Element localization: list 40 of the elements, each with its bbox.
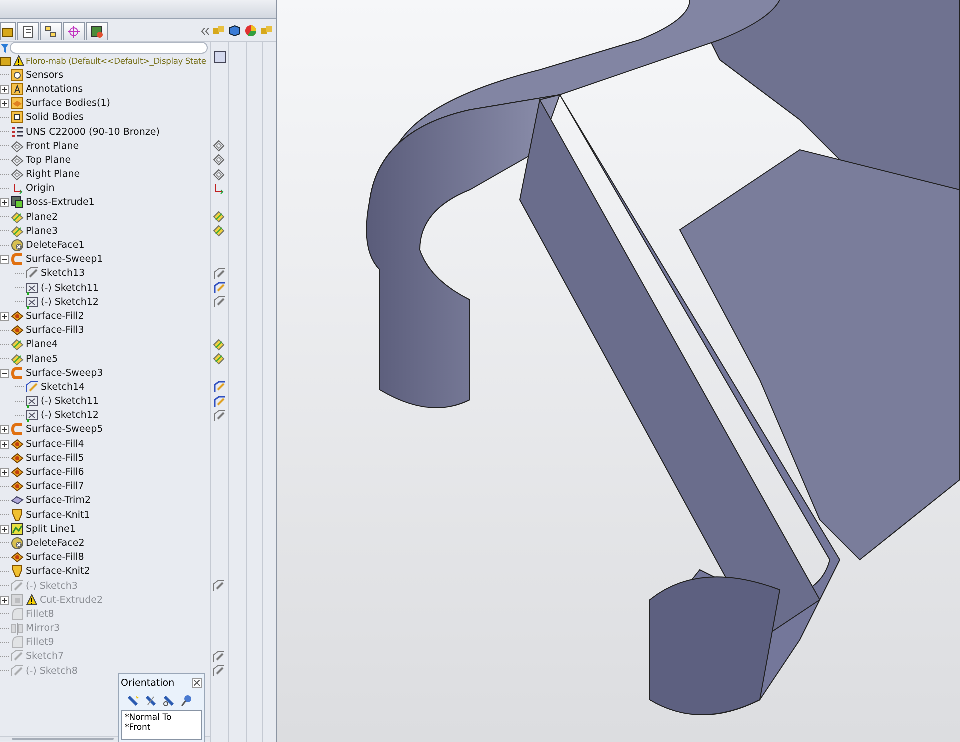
view-list-item[interactable]: *Front: [125, 723, 198, 733]
feature-item[interactable]: Sketch14: [41, 380, 86, 394]
feature-item[interactable]: Surface-Fill2: [26, 310, 84, 323]
feature-item[interactable]: Surface-Fill5: [26, 452, 84, 465]
dialog-title: Orientation: [121, 678, 175, 688]
feature-item[interactable]: Sketch13: [41, 267, 86, 280]
feature-item[interactable]: Origin: [26, 182, 55, 196]
feature-item[interactable]: Surface-Sweep5: [26, 423, 104, 436]
feature-item[interactable]: (-) Sketch11: [41, 282, 99, 295]
feature-item[interactable]: Split Line1: [26, 522, 76, 536]
feature-item[interactable]: Annotations: [26, 82, 84, 96]
feature-item[interactable]: Surface-Trim2: [26, 494, 91, 508]
feature-item[interactable]: (-) Sketch12: [41, 296, 99, 309]
feature-item[interactable]: UNS C22000 (90-10 Bronze): [26, 126, 160, 139]
feature-item[interactable]: Surface Bodies(1): [26, 97, 110, 110]
feature-item[interactable]: Plane5: [26, 352, 58, 366]
feature-item[interactable]: Surface-Sweep3: [26, 366, 104, 380]
feature-item[interactable]: Boss-Extrude1: [26, 196, 95, 210]
feature-item[interactable]: Surface-Fill6: [26, 466, 84, 480]
feature-item[interactable]: (-) Sketch11: [41, 395, 99, 408]
feature-item[interactable]: Surface-Sweep1: [26, 253, 104, 266]
feature-item[interactable]: Surface-Fill4: [26, 438, 84, 451]
feature-item[interactable]: Surface-Fill3: [26, 324, 84, 338]
feature-item[interactable]: Surface-Knit2: [26, 565, 90, 578]
feature-item[interactable]: Solid Bodies: [26, 111, 84, 124]
feature-item[interactable]: Top Plane: [26, 154, 72, 167]
feature-item[interactable]: Right Plane: [26, 168, 80, 182]
feature-item[interactable]: Plane3: [26, 224, 58, 238]
feature-item[interactable]: DeleteFace1: [26, 239, 85, 252]
part-name[interactable]: Floro-mab (Default<<Default>_Display State: [26, 54, 206, 68]
feature-item[interactable]: Plane4: [26, 338, 58, 352]
feature-item[interactable]: Plane2: [26, 210, 58, 224]
feature-item[interactable]: DeleteFace2: [26, 536, 85, 550]
feature-item[interactable]: Front Plane: [26, 140, 80, 153]
feature-item[interactable]: (-) Sketch12: [41, 409, 99, 422]
feature-item[interactable]: Sensors: [26, 68, 64, 82]
view-list-item[interactable]: *Normal To: [125, 713, 198, 723]
feature-item[interactable]: Surface-Knit1: [26, 508, 90, 522]
feature-item[interactable]: Surface-Fill7: [26, 480, 84, 494]
feature-item[interactable]: Surface-Fill8: [26, 551, 84, 564]
